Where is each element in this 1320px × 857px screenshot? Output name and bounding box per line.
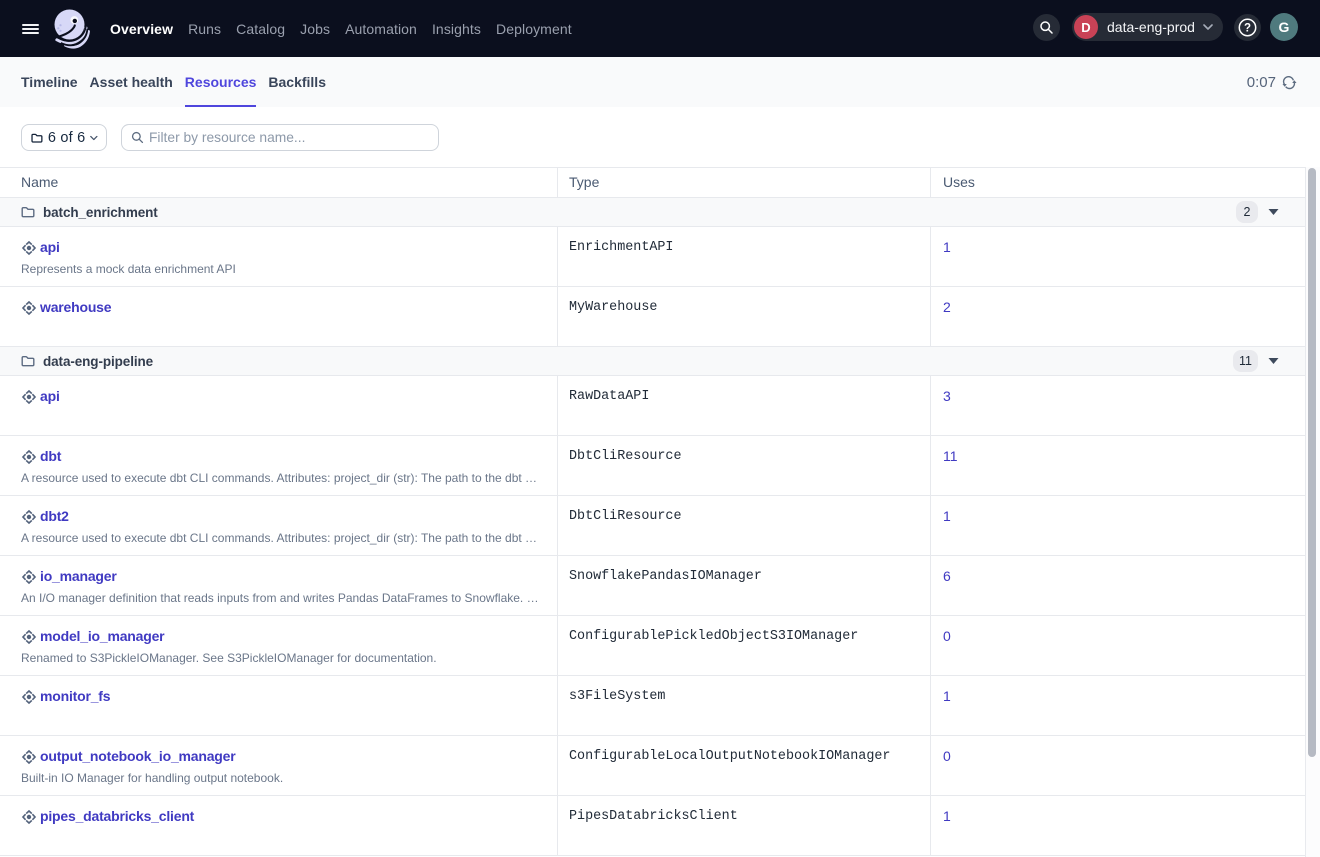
- svg-text:?: ?: [1243, 22, 1250, 34]
